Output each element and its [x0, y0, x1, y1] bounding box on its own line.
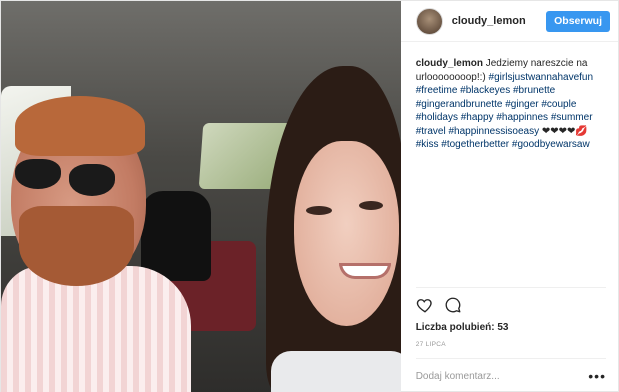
header-username[interactable]: cloudy_lemon	[452, 15, 546, 27]
man-beard	[19, 206, 134, 286]
hashtag-link[interactable]: #blackeyes	[460, 85, 510, 96]
hashtag-list-2: #kiss #togetherbetter #goodbyewarsaw	[416, 139, 590, 150]
man-shirt	[1, 266, 191, 392]
ellipsis-icon[interactable]: •••	[588, 368, 606, 384]
hashtag-link[interactable]: #holidays	[416, 112, 458, 123]
hashtag-link[interactable]: #girlsjustwannahavefun	[489, 72, 594, 83]
hashtag-link[interactable]: #freetime	[416, 85, 458, 96]
hashtag-link[interactable]: #travel	[416, 126, 446, 137]
emoji-text: ❤❤❤❤💋	[541, 125, 588, 137]
post-sidebar: cloudy_lemon Obserwuj cloudy_lemon Jedzi…	[400, 1, 618, 392]
post-header: cloudy_lemon Obserwuj	[400, 1, 618, 42]
action-bar	[415, 287, 606, 318]
comment-input[interactable]	[415, 370, 589, 382]
woman-eye-left	[306, 206, 332, 215]
woman-smile	[339, 263, 391, 279]
sunglasses-right-lens	[69, 164, 115, 196]
like-count[interactable]: Liczba polubień: 53	[401, 318, 618, 336]
comment-form: •••	[415, 358, 606, 392]
man-hair	[15, 96, 145, 156]
woman-top	[271, 351, 401, 392]
avatar[interactable]	[415, 7, 443, 35]
caption: cloudy_lemon Jedziemy nareszcie na urloo…	[401, 42, 618, 287]
hashtag-link[interactable]: #ginger	[505, 99, 538, 110]
woman-eye-right	[359, 201, 383, 210]
caption-username[interactable]: cloudy_lemon	[416, 58, 483, 69]
hashtag-link[interactable]: #kiss	[416, 139, 439, 150]
hashtag-link[interactable]: #brunette	[513, 85, 555, 96]
hashtag-link[interactable]: #couple	[541, 99, 576, 110]
hashtag-link[interactable]: #goodbyewarsaw	[512, 139, 590, 150]
hashtag-link[interactable]: #happinnessisoeasy	[449, 126, 540, 137]
hashtag-link[interactable]: #happinnes	[496, 112, 548, 123]
hashtag-link[interactable]: #gingerandbrunette	[416, 99, 503, 110]
post-photo[interactable]	[1, 1, 401, 392]
instagram-post: cloudy_lemon Obserwuj cloudy_lemon Jedzi…	[0, 0, 619, 392]
heart-icon[interactable]	[416, 296, 434, 314]
hashtag-link[interactable]: #happy	[461, 112, 494, 123]
post-date[interactable]: 27 LIPCA	[401, 336, 618, 358]
woman-face	[294, 141, 399, 326]
hashtag-link[interactable]: #summer	[551, 112, 593, 123]
hashtag-link[interactable]: #togetherbetter	[441, 139, 509, 150]
sunglasses-left-lens	[15, 159, 61, 189]
follow-button[interactable]: Obserwuj	[546, 10, 610, 32]
car-headrest	[141, 191, 211, 281]
comment-bubble-icon[interactable]	[444, 296, 462, 314]
